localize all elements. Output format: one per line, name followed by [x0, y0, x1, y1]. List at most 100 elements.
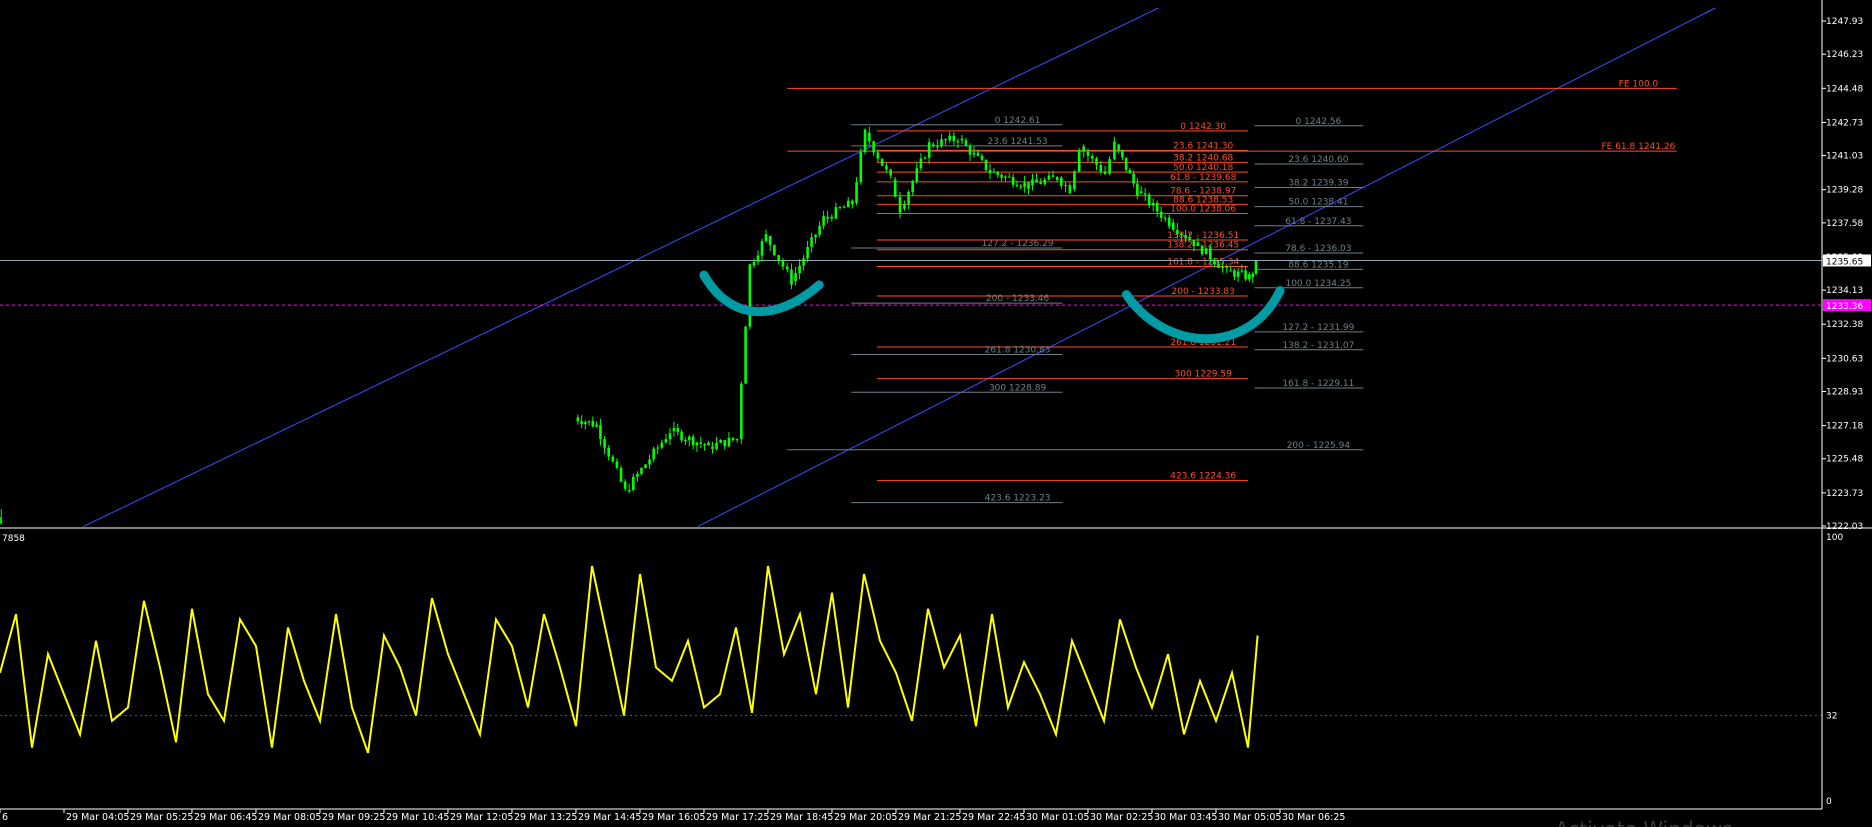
candle-body — [740, 383, 743, 439]
time-tick-label: 29 Mar 04:05 — [66, 812, 129, 823]
price-tick-label: 1241.03 — [1826, 152, 1863, 162]
candle-body — [859, 152, 863, 183]
price-tick-label: 1225.48 — [1826, 455, 1863, 465]
candle-body — [940, 139, 943, 147]
fib-level-label: 161.8 - 1229.11 — [1282, 379, 1354, 389]
candle-body — [1143, 193, 1147, 195]
candle-body — [752, 261, 756, 266]
candle-body — [695, 442, 699, 446]
candle-body — [664, 439, 668, 443]
candle-body — [944, 139, 947, 141]
candle-body — [931, 144, 935, 146]
candle-body — [1192, 240, 1196, 247]
fib-level-label: 127.2 - 1231.99 — [1282, 323, 1354, 333]
candle-body — [684, 440, 687, 442]
fib-level-label: 88.6 1235.19 — [1288, 260, 1348, 270]
time-tick-label: 30 Mar 03:45 — [1154, 812, 1217, 823]
candle-body — [711, 446, 714, 449]
fib-level-label: FE 100.0 — [1619, 79, 1659, 89]
candle-body — [868, 132, 871, 142]
candle-body — [1007, 176, 1011, 178]
candle-body — [1248, 274, 1251, 280]
candle-body — [903, 204, 906, 209]
time-tick-label: 29 Mar 17:25 — [706, 812, 769, 823]
candle-body — [715, 442, 718, 449]
fib-level-label: 100.0 1238.06 — [1170, 204, 1236, 214]
candle-body — [1139, 191, 1143, 194]
candle-body — [1200, 245, 1204, 255]
candle-body — [1073, 171, 1076, 190]
candle-body — [619, 467, 623, 482]
candle-body — [996, 172, 1000, 175]
price-tick-label: 1228.93 — [1826, 387, 1863, 397]
fib-level-label: 38.2 1239.39 — [1288, 179, 1348, 189]
candle-body — [1068, 185, 1072, 194]
candle-body — [1113, 141, 1116, 160]
candle-body — [1155, 202, 1159, 212]
candle-body — [1027, 182, 1030, 189]
candle-body — [691, 436, 695, 446]
candle-body — [1251, 273, 1255, 278]
price-tick-label: 1246.23 — [1826, 50, 1863, 60]
time-tick-label: 30 Mar 02:25 — [1090, 812, 1153, 823]
candle-body — [1121, 150, 1124, 158]
candle-body — [1099, 164, 1103, 172]
candle-body — [976, 152, 980, 156]
candle-body — [876, 152, 880, 159]
candle-body — [680, 431, 683, 441]
candle-body — [893, 179, 897, 197]
time-tick-label: 30 Mar 06:25 — [1282, 812, 1345, 823]
candle-body — [1229, 270, 1232, 272]
candle-body — [927, 142, 931, 158]
candle-body — [576, 417, 580, 422]
current-price-label: 1235.65 — [1826, 257, 1863, 267]
fib-level-label: 100.0 1234.25 — [1285, 279, 1351, 289]
time-tick-label: 29 Mar 21:25 — [898, 812, 961, 823]
candle-body — [1225, 266, 1229, 268]
candle-body — [1196, 242, 1200, 247]
candle-body — [818, 225, 821, 235]
price-tick-label: 1232.38 — [1826, 320, 1863, 330]
candle-body — [1082, 146, 1086, 152]
candle-body — [1023, 182, 1026, 187]
candle-body — [587, 421, 591, 423]
time-tick-label: 29 Mar 06:45 — [194, 812, 257, 823]
candle-body — [889, 169, 892, 176]
indicator-tick-label: 32 — [1826, 712, 1837, 722]
time-tick-label: 29 Mar 13:25 — [514, 812, 577, 823]
candle-body — [1147, 194, 1151, 206]
candle-body — [1240, 270, 1244, 272]
fib-level-label: 23.6 1240.60 — [1288, 155, 1348, 165]
candle-body — [972, 152, 976, 155]
fib-level-label: 78.6 - 1236.03 — [1285, 244, 1351, 254]
price-tick-label: 1244.48 — [1826, 84, 1863, 94]
candle-body — [1163, 217, 1167, 219]
time-tick-label: 30 Mar 05:05 — [1218, 812, 1281, 823]
candle-body — [964, 140, 968, 146]
candle-body — [652, 448, 655, 460]
candle-body — [668, 433, 672, 440]
time-tick-label: 29 Mar 12:05 — [450, 812, 513, 823]
candle-body — [632, 476, 635, 491]
candle-body — [1221, 266, 1224, 268]
candle-body — [988, 170, 992, 174]
candle-body — [719, 440, 722, 443]
candle-body — [1208, 248, 1212, 260]
candle-body — [1176, 229, 1179, 234]
alert-label: 1233.36 — [1826, 302, 1863, 312]
fib-level-label: 0 1242.61 — [995, 116, 1041, 126]
candle-body — [838, 207, 842, 209]
candle-body — [1184, 234, 1187, 239]
candle-body — [960, 138, 964, 141]
candle-body — [984, 159, 988, 171]
candle-body — [1151, 202, 1155, 206]
candle-body — [785, 266, 789, 270]
candle-body — [898, 196, 902, 213]
candle-body — [627, 490, 631, 492]
chart-canvas[interactable]: FE 100.0 0 1242.61 0 1242.30 0 1242.56 23.6 … — [0, 0, 1872, 827]
candle-body — [798, 265, 801, 274]
fib-level-label: 200 - 1233.83 — [1172, 287, 1235, 297]
candle-body — [615, 461, 619, 468]
time-tick-label: 29 Mar 16:05 — [642, 812, 705, 823]
candle-body — [992, 171, 996, 173]
